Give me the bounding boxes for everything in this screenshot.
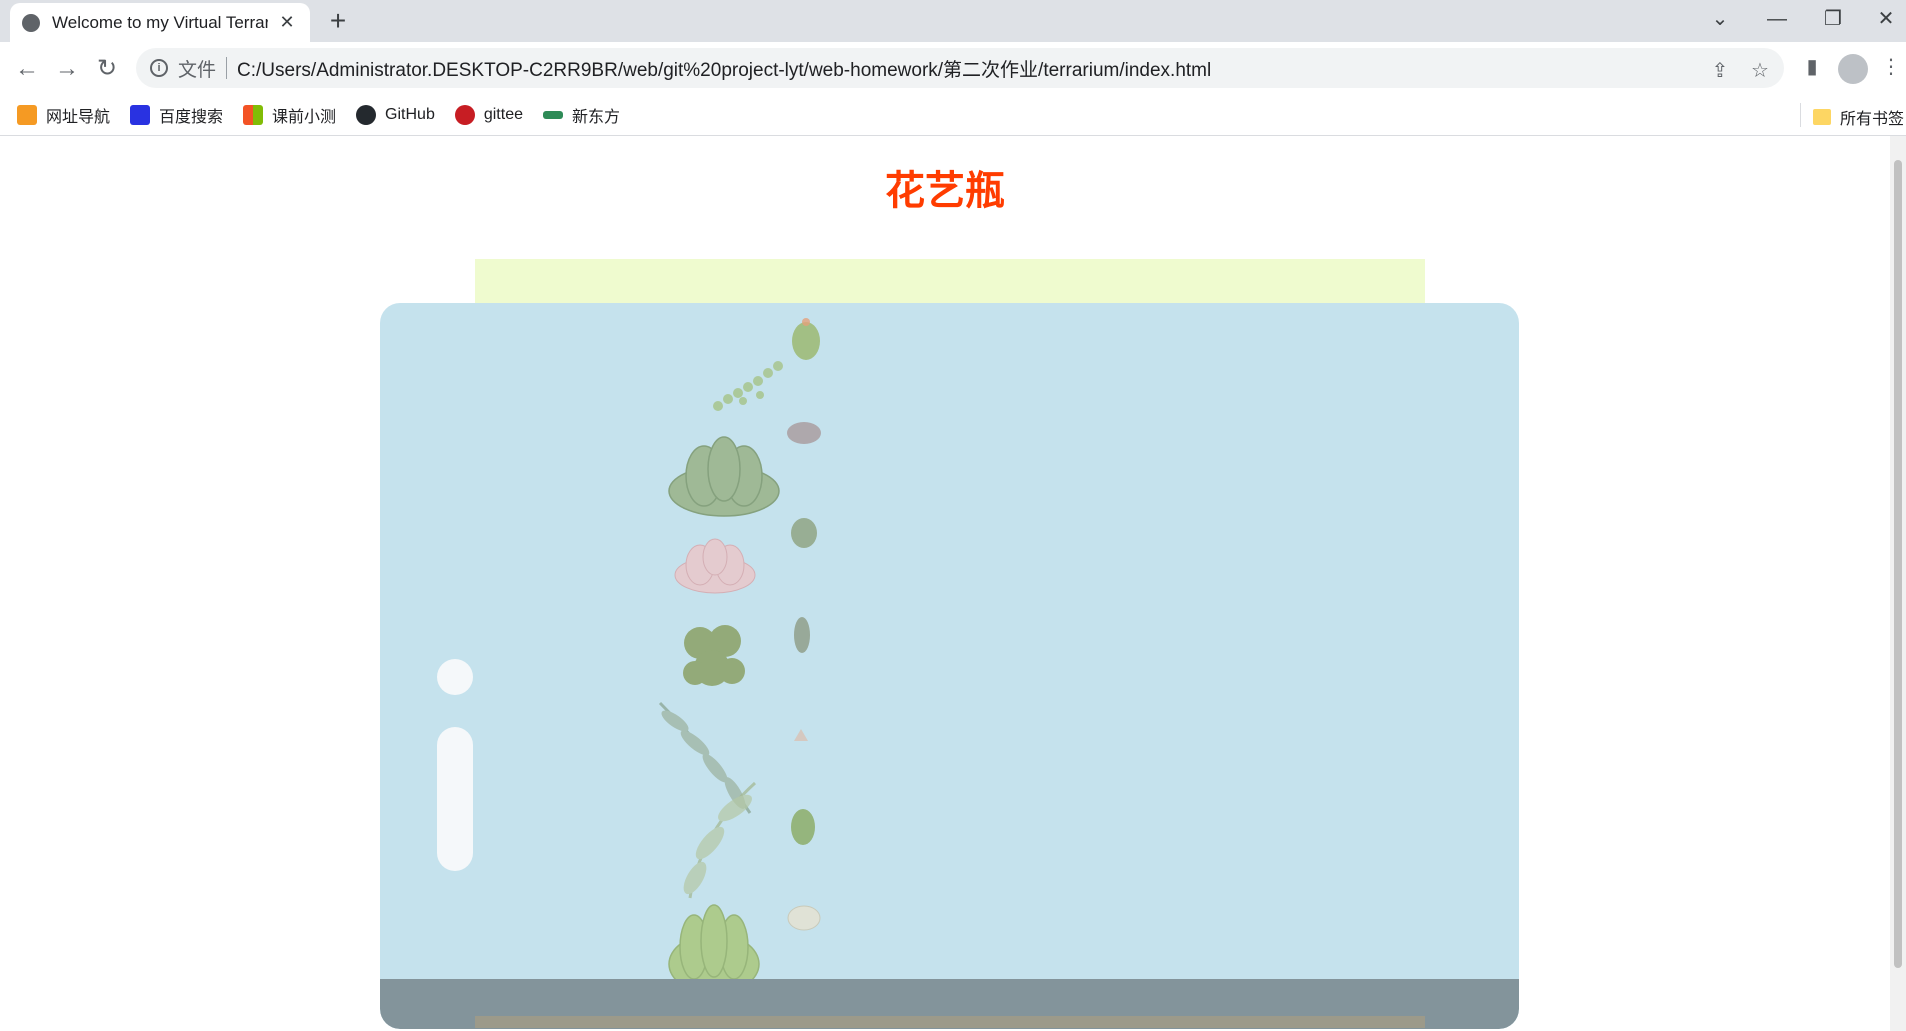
file-label: 文件 <box>178 59 217 81</box>
bookmark-label: GitHub <box>385 106 435 123</box>
folder-icon <box>1812 109 1831 125</box>
plant-12[interactable] <box>792 727 810 743</box>
bookmark-icon <box>130 105 151 125</box>
plant-13[interactable] <box>788 801 818 847</box>
toolbar: ← → ↻ i 文件 C:/Users/Administrator.DESKTO… <box>0 42 1906 95</box>
bookmark-item[interactable]: gittee <box>454 105 523 125</box>
tab-strip: Welcome to my Virtual Terrari ✕ + ⌄ — ❐ … <box>0 0 1906 42</box>
plant-9[interactable] <box>784 419 824 447</box>
jar-bottom <box>475 1016 1425 1028</box>
bookmark-item[interactable]: 新东方 <box>542 103 620 127</box>
profile-avatar[interactable] <box>1838 54 1868 84</box>
jar-top <box>475 259 1425 309</box>
page-content: 花艺瓶 <box>0 136 1906 1031</box>
bookmark-label: 网址导航 <box>46 109 111 126</box>
back-button[interactable]: ← <box>12 54 42 84</box>
menu-icon[interactable]: ⋮ <box>1876 54 1906 79</box>
url-text[interactable]: C:/Users/Administrator.DESKTOP-C2RR9BR/w… <box>237 55 1211 82</box>
plant-8[interactable] <box>788 317 824 361</box>
bookmark-label: 课前小测 <box>272 109 337 126</box>
jar-body <box>380 303 1519 1029</box>
reload-button[interactable]: ↻ <box>92 54 122 84</box>
plant-4[interactable] <box>670 613 755 703</box>
share-icon[interactable]: ⇪ <box>1706 58 1734 83</box>
bookmark-label: 新东方 <box>571 109 620 126</box>
gitee-icon <box>454 105 475 125</box>
forward-button[interactable]: → <box>52 54 82 84</box>
plant-3[interactable] <box>670 535 760 600</box>
plant-14[interactable] <box>786 903 822 933</box>
bookmark-item[interactable]: 网址导航 <box>17 103 110 127</box>
address-bar[interactable]: i 文件 C:/Users/Administrator.DESKTOP-C2RR… <box>136 48 1784 88</box>
all-bookmarks-label: 所有书签 <box>1839 111 1904 128</box>
plant-2[interactable] <box>664 431 784 526</box>
bookmarks-divider <box>1800 103 1801 127</box>
globe-icon <box>22 13 40 32</box>
bookmark-label: gittee <box>483 106 523 123</box>
close-tab-icon[interactable]: ✕ <box>276 12 298 33</box>
bookmark-icon <box>17 105 37 125</box>
xdf-icon <box>542 111 563 119</box>
bookmark-label: 百度搜索 <box>159 109 224 126</box>
info-icon[interactable]: i <box>150 59 168 77</box>
scroll-thumb[interactable] <box>1894 160 1902 968</box>
all-bookmarks[interactable]: 所有书签 <box>1812 105 1904 129</box>
tab-search-icon[interactable]: ⌄ <box>1700 4 1740 34</box>
close-window-button[interactable]: ✕ <box>1866 4 1906 34</box>
side-panel-icon[interactable]: ▮ <box>1797 54 1827 79</box>
bookmark-item[interactable]: 课前小测 <box>243 103 336 127</box>
tab-title: Welcome to my Virtual Terrari <box>52 12 268 32</box>
bookmarks-bar: 网址导航 百度搜索 课前小测 GitHub gittee 新东方 所有书签 <box>0 95 1906 136</box>
separator <box>226 57 228 79</box>
jar-glossy-bar <box>437 727 473 871</box>
browser-tab[interactable]: Welcome to my Virtual Terrari ✕ <box>10 3 310 42</box>
plant-1[interactable] <box>698 351 798 421</box>
minimize-button[interactable]: — <box>1757 4 1797 34</box>
bookmark-star-icon[interactable]: ☆ <box>1746 58 1774 83</box>
plant-11[interactable] <box>790 615 814 655</box>
page-title: 花艺瓶 <box>885 169 1005 213</box>
browser-chrome: Welcome to my Virtual Terrari ✕ + ⌄ — ❐ … <box>0 0 1906 136</box>
github-icon <box>356 105 377 125</box>
bookmark-item[interactable]: 百度搜索 <box>130 103 223 127</box>
plant-10[interactable] <box>788 513 820 549</box>
page-scrollbar[interactable] <box>1890 136 1906 1031</box>
maximize-button[interactable]: ❐ <box>1813 4 1853 34</box>
plant-6[interactable] <box>660 773 770 903</box>
new-tab-button[interactable]: + <box>323 7 353 35</box>
windows-icon <box>243 105 264 125</box>
jar-glossy-dot <box>437 659 473 695</box>
bookmark-item[interactable]: GitHub <box>356 105 435 125</box>
